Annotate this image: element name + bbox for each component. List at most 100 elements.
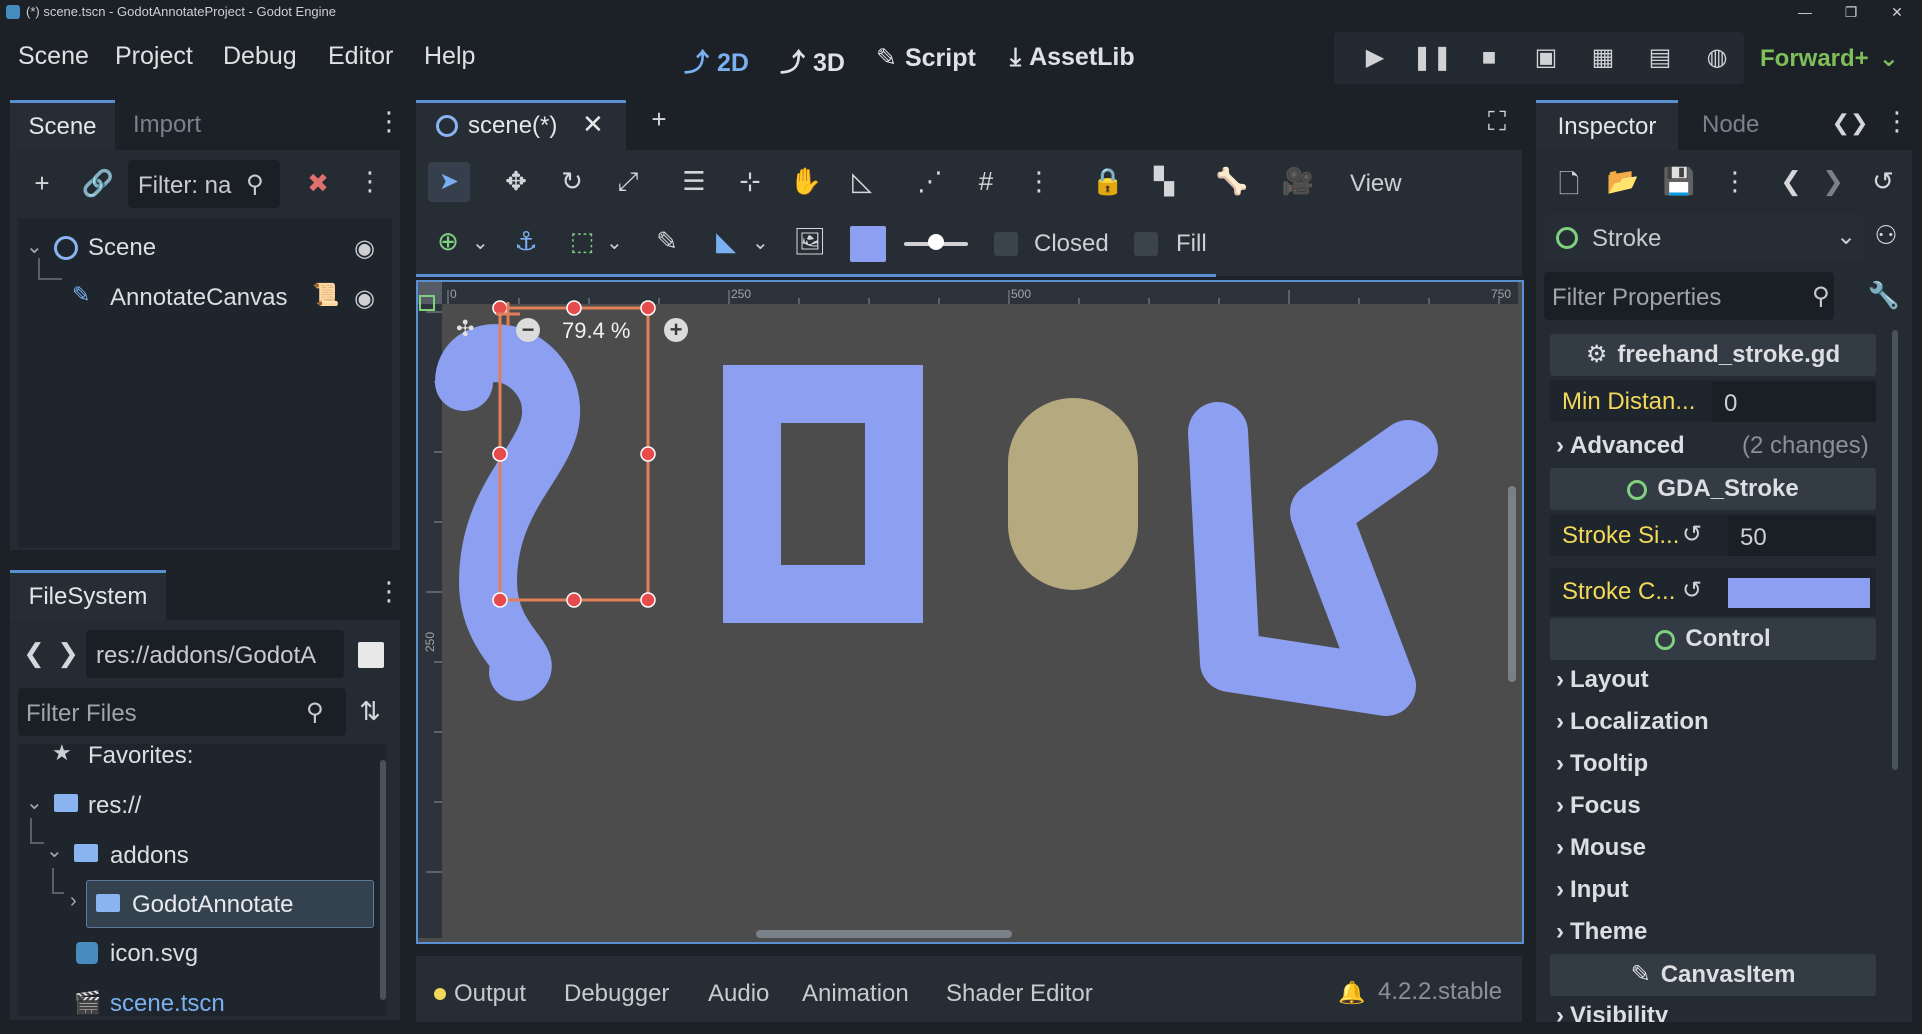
collapse-arrow-icon[interactable]: ⌄ bbox=[26, 790, 43, 815]
filter-files-input[interactable]: Filter Files ⚲ bbox=[18, 688, 346, 736]
tab-import[interactable]: Import bbox=[133, 100, 201, 150]
play-scene-icon[interactable]: ▦ bbox=[1583, 38, 1623, 78]
pause-icon[interactable]: ❚❚ bbox=[1412, 38, 1452, 78]
menu-project[interactable]: Project bbox=[115, 42, 193, 71]
file-item-scene-tscn[interactable]: scene.tscn bbox=[110, 990, 225, 1018]
stop-icon[interactable]: ■ bbox=[1469, 38, 1509, 78]
center-view-icon[interactable]: ✣ bbox=[456, 316, 474, 342]
forward-icon[interactable]: ❯ bbox=[56, 638, 80, 669]
menu-editor[interactable]: Editor bbox=[328, 42, 393, 71]
menu-help[interactable]: Help bbox=[424, 42, 475, 71]
collapse-arrow-icon[interactable]: ⌄ bbox=[26, 234, 43, 259]
resize-handle[interactable] bbox=[566, 592, 582, 608]
pan-icon[interactable]: ✋ bbox=[788, 166, 824, 197]
tab-scene-file[interactable]: scene(*) ✕ bbox=[416, 100, 626, 150]
dock-menu-icon[interactable]: ⋮ bbox=[376, 106, 402, 137]
resize-handle[interactable] bbox=[640, 592, 656, 608]
menu-debug[interactable]: Debug bbox=[223, 42, 297, 71]
ruler-icon[interactable]: ◺ bbox=[844, 166, 880, 197]
tab-audio[interactable]: Audio bbox=[708, 980, 769, 1008]
chevron-down-icon[interactable]: ⌄ bbox=[472, 230, 489, 255]
brush-color-swatch[interactable] bbox=[850, 226, 886, 262]
tree-item-annotatecanvas[interactable]: AnnotateCanvas bbox=[110, 284, 287, 312]
bone-icon[interactable]: 🦴 bbox=[1214, 166, 1250, 197]
stroke-hook[interactable] bbox=[1188, 402, 1438, 716]
dock-menu-icon[interactable]: ⋮ bbox=[1884, 106, 1910, 137]
mode-assetlib-button[interactable]: ⤓ AssetLib bbox=[1010, 43, 1135, 72]
move-mode-icon[interactable]: ✥ bbox=[498, 166, 534, 197]
horizontal-scrollbar[interactable] bbox=[756, 930, 1012, 938]
group-theme[interactable]: › Theme bbox=[1556, 918, 1647, 946]
revert-icon[interactable]: ↺ bbox=[1682, 520, 1702, 549]
select-mode-icon[interactable]: ➤ bbox=[428, 162, 470, 202]
tab-output[interactable]: Output bbox=[454, 980, 526, 1008]
resize-handle[interactable] bbox=[566, 300, 582, 316]
filter-properties-input[interactable]: Filter Properties ⚲ bbox=[1544, 272, 1834, 320]
history-nav-icon[interactable]: ❮❯ bbox=[1830, 110, 1870, 136]
slider-handle[interactable] bbox=[928, 234, 944, 250]
file-item-godotannotate[interactable]: GodotAnnotate bbox=[132, 891, 293, 919]
script-section-header[interactable]: ⚙ freehand_stroke.gd bbox=[1550, 334, 1876, 376]
property-tools-icon[interactable]: 🔧 bbox=[1866, 280, 1902, 311]
mode-script-button[interactable]: ✎ Script bbox=[876, 43, 976, 73]
brush-size-slider[interactable] bbox=[904, 234, 968, 250]
file-item-res[interactable]: res:// bbox=[88, 792, 141, 820]
group-mouse[interactable]: › Mouse bbox=[1556, 834, 1646, 862]
resource-options-icon[interactable]: ⋮ bbox=[1720, 166, 1750, 197]
stroke-rectangle[interactable] bbox=[723, 365, 923, 623]
object-history-icon[interactable]: ↺ bbox=[1866, 166, 1900, 197]
stroke-s-curve[interactable] bbox=[435, 324, 581, 701]
group-input[interactable]: › Input bbox=[1556, 876, 1629, 904]
rect-select-icon[interactable]: ⬚ bbox=[564, 226, 600, 257]
add-stroke-icon[interactable]: ⊕ bbox=[430, 226, 466, 257]
anchor-icon[interactable]: ⚓ bbox=[508, 226, 544, 257]
group-visibility[interactable]: › Visibility bbox=[1556, 1000, 1876, 1022]
tab-shader-editor[interactable]: Shader Editor bbox=[946, 980, 1093, 1008]
stroke-capsule[interactable] bbox=[1008, 398, 1138, 590]
script-remove-icon[interactable]: ✖ bbox=[300, 168, 336, 199]
add-node-icon[interactable]: + bbox=[24, 168, 60, 199]
menu-scene[interactable]: Scene bbox=[18, 42, 89, 71]
pivot-icon[interactable]: ⊹ bbox=[732, 166, 768, 197]
group-focus[interactable]: › Focus bbox=[1556, 792, 1641, 820]
tab-filesystem[interactable]: FileSystem bbox=[10, 570, 166, 620]
inspector-scrollbar[interactable] bbox=[1892, 330, 1898, 770]
zoom-level[interactable]: 79.4 % bbox=[562, 318, 631, 344]
image-icon[interactable]: 🖼 bbox=[792, 226, 828, 257]
group-layout[interactable]: › Layout bbox=[1556, 666, 1649, 694]
lock-icon[interactable]: 🔒 bbox=[1090, 166, 1126, 197]
smart-snap-icon[interactable]: ⋰ bbox=[912, 166, 948, 197]
rotate-mode-icon[interactable]: ↻ bbox=[554, 166, 590, 197]
script-attached-icon[interactable]: 📜 bbox=[312, 282, 339, 308]
zoom-out-icon[interactable]: − bbox=[516, 318, 540, 342]
renderer-select[interactable]: Forward+ ⌄ bbox=[1760, 44, 1899, 73]
close-tab-icon[interactable]: ✕ bbox=[582, 109, 604, 140]
grid-snap-icon[interactable]: # bbox=[968, 166, 1004, 197]
mode-2d-button[interactable]: ⤴ 2D bbox=[684, 43, 749, 79]
close-window-icon[interactable]: ✕ bbox=[1882, 2, 1912, 22]
object-select[interactable]: Stroke ⌄ bbox=[1544, 214, 1864, 262]
resize-handle[interactable] bbox=[640, 300, 656, 316]
expand-arrow-icon[interactable]: › bbox=[70, 890, 77, 913]
collapse-arrow-icon[interactable]: ⌄ bbox=[46, 838, 63, 863]
notification-icon[interactable]: 🔔 bbox=[1338, 980, 1365, 1006]
pen-icon[interactable]: ✎ bbox=[652, 226, 682, 257]
file-item-icon-svg[interactable]: icon.svg bbox=[110, 940, 198, 968]
visibility-eye-icon[interactable]: ◉ bbox=[354, 284, 375, 313]
new-tab-icon[interactable]: + bbox=[644, 104, 674, 135]
resize-handle[interactable] bbox=[492, 446, 508, 462]
maximize-icon[interactable]: ❐ bbox=[1836, 2, 1866, 22]
instance-scene-icon[interactable]: 🔗 bbox=[80, 168, 116, 199]
vertical-scrollbar[interactable] bbox=[1508, 486, 1516, 682]
stroke-size-field[interactable]: 50 bbox=[1728, 516, 1876, 556]
camera-override-icon[interactable]: 🎥 bbox=[1280, 166, 1316, 197]
min-distance-field[interactable]: 0 bbox=[1712, 382, 1876, 422]
resize-handle[interactable] bbox=[640, 446, 656, 462]
chevron-down-icon[interactable]: ⌄ bbox=[752, 230, 769, 255]
tab-animation[interactable]: Animation bbox=[802, 980, 909, 1008]
group-icon[interactable]: ▚ bbox=[1146, 166, 1182, 197]
distraction-free-icon[interactable]: ⛶ bbox=[1480, 106, 1514, 138]
mode-3d-button[interactable]: ⤴ 3D bbox=[780, 43, 845, 79]
group-tooltip[interactable]: › Tooltip bbox=[1556, 750, 1648, 778]
scene-filter-input[interactable]: Filter: na ⚲ bbox=[128, 160, 280, 208]
